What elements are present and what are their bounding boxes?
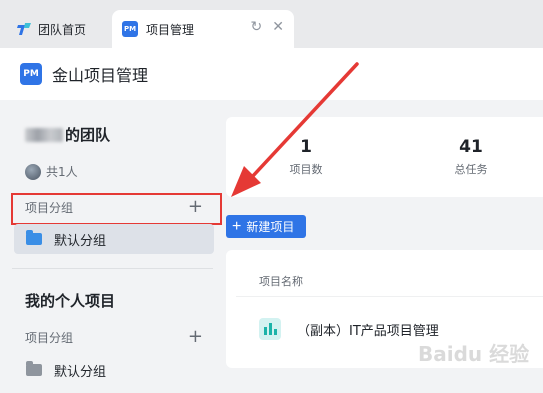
folder-icon (26, 230, 42, 245)
plus-icon: + (232, 217, 242, 235)
project-name: （副本）IT产品项目管理 (297, 323, 439, 339)
list-item[interactable]: （副本）IT产品项目管理 (259, 318, 439, 340)
stat-project-count: 1 项目数 (266, 137, 346, 177)
personal-projects-title: 我的个人项目 (25, 292, 116, 310)
sidebar: 的团队 共1人 项目分组 + 默认分组 我的个人项目 项目分组 + 默认分组 (0, 100, 225, 393)
app-header: PM 金山项目管理 (0, 48, 543, 100)
stat-label: 项目数 (289, 163, 323, 176)
tab-label: 项目管理 (146, 22, 195, 37)
stats-panel: 1 项目数 41 总任务 (226, 117, 543, 197)
add-group-icon[interactable]: + (188, 328, 203, 346)
divider (12, 268, 213, 269)
stat-label: 总任务 (454, 163, 488, 176)
stat-total-tasks: 41 总任务 (431, 137, 511, 177)
stat-value: 41 (459, 137, 483, 157)
team-home-icon (16, 21, 32, 37)
app-logo: PM (20, 63, 42, 85)
team-name[interactable]: 的团队 (25, 124, 110, 145)
team-members[interactable]: 共1人 (25, 163, 78, 180)
column-header-project-name: 项目名称 (259, 275, 303, 288)
personal-project-group-header: 项目分组 + (25, 326, 203, 347)
tab-label: 团队首页 (38, 22, 87, 37)
stat-value: 1 (300, 137, 312, 157)
tab-project-management[interactable]: PM 项目管理 ↻ ✕ (112, 10, 294, 48)
avatar (25, 163, 41, 180)
project-chart-icon (259, 318, 281, 340)
redacted-name (25, 127, 63, 142)
folder-icon (26, 361, 42, 376)
divider (236, 296, 543, 297)
personal-default-group[interactable]: 默认分组 (14, 355, 214, 385)
new-project-button[interactable]: + 新建项目 (226, 215, 306, 238)
tab-bar: 团队首页 PM 项目管理 ↻ ✕ (0, 0, 543, 50)
watermark: Baidu 经验 (418, 342, 530, 366)
team-default-group[interactable]: 默认分组 (14, 224, 214, 254)
refresh-icon[interactable]: ↻ (251, 19, 263, 35)
annotation-highlight-box (11, 193, 222, 225)
tab-team-home[interactable]: 团队首页 (0, 10, 112, 48)
app-title: 金山项目管理 (52, 66, 149, 85)
close-icon[interactable]: ✕ (272, 19, 284, 35)
pm-icon: PM (122, 21, 138, 37)
